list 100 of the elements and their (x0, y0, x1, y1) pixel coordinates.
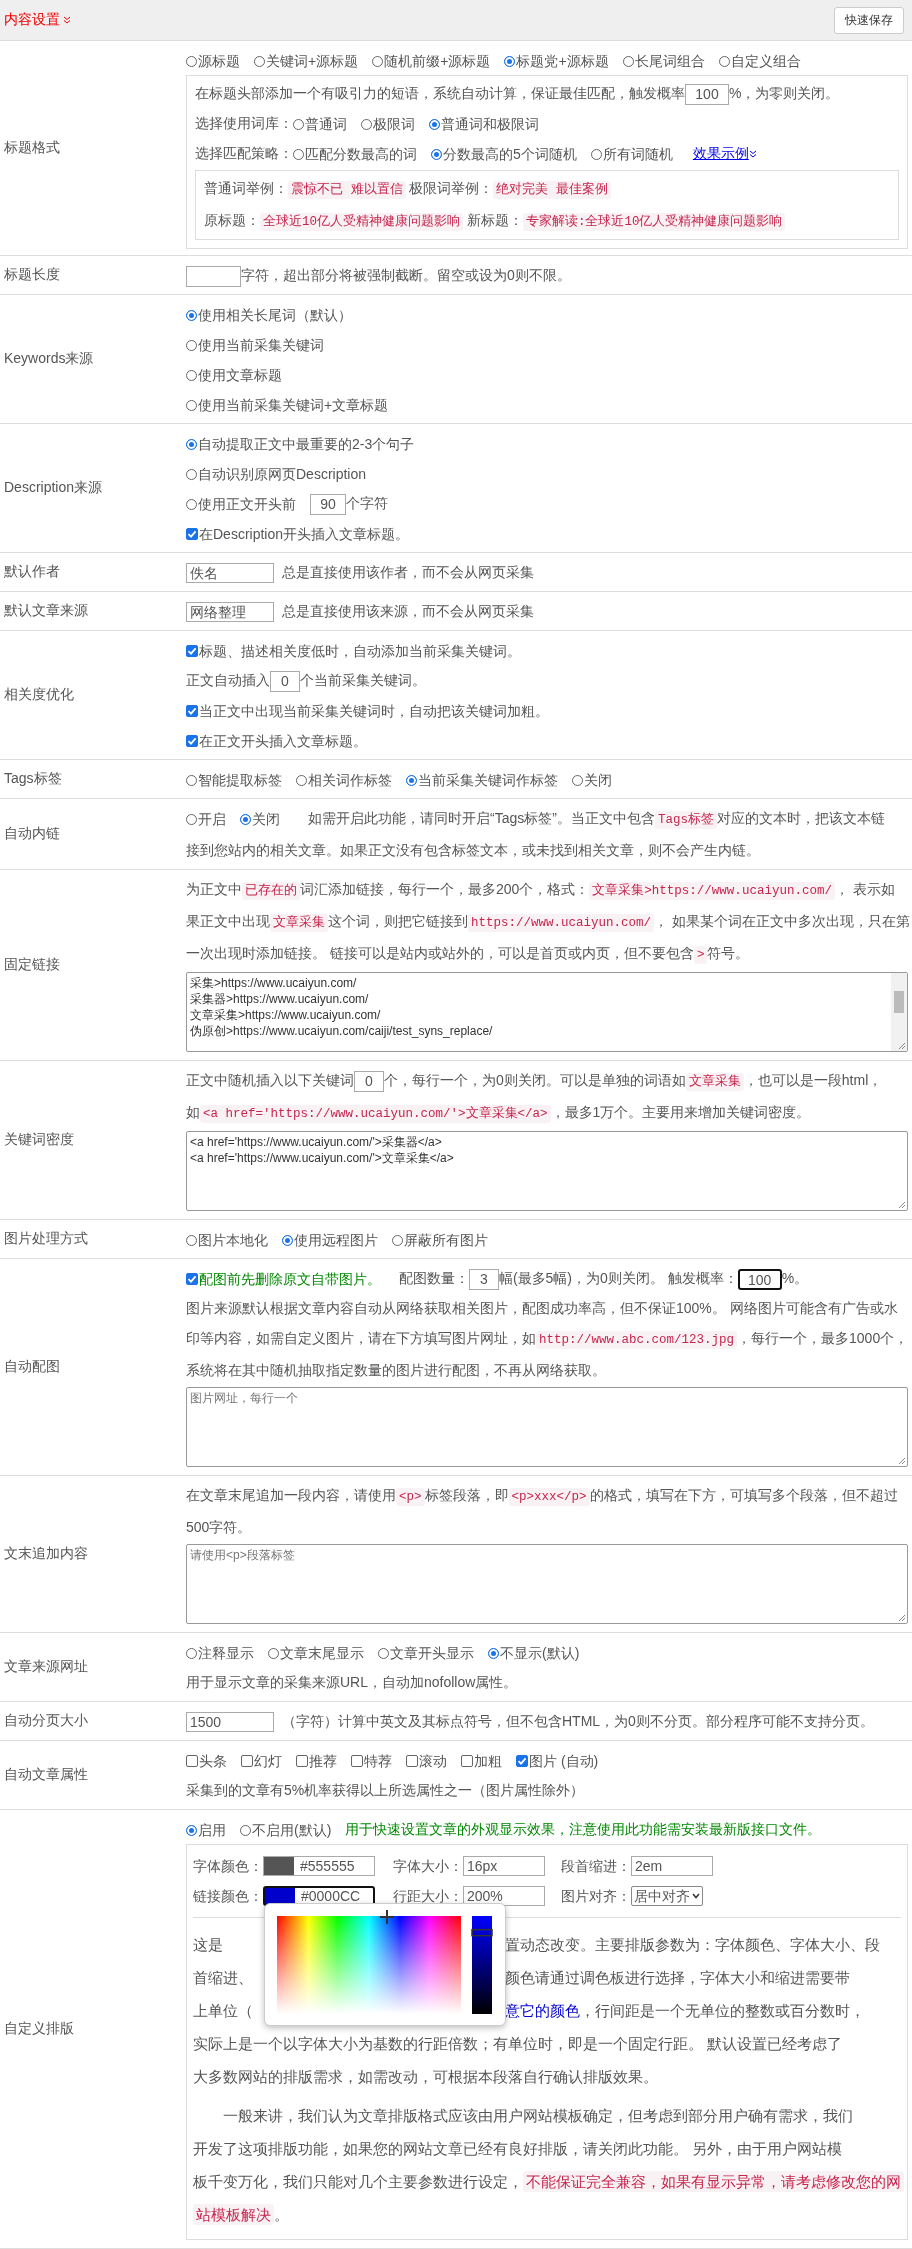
checkbox-option[interactable]: 标题、描述相关度低时，自动添加当前采集关键词。 (186, 641, 521, 662)
radio-option[interactable]: 注释显示 (186, 1643, 254, 1664)
number-field[interactable] (186, 265, 241, 287)
radio-option[interactable]: 相关词作标签 (296, 770, 392, 791)
slider-handle[interactable] (471, 1928, 493, 1937)
radio-option[interactable]: 使用文章标题 (186, 365, 282, 386)
radio-button[interactable] (429, 118, 440, 130)
number-field[interactable]: 100 (737, 1268, 782, 1290)
number-field[interactable]: 0 (354, 1070, 384, 1092)
checkbox-option[interactable]: 在正文开头插入文章标题。 (186, 731, 367, 752)
scrollbar[interactable] (891, 973, 907, 1051)
checkbox[interactable] (516, 1755, 528, 1768)
caret-icon (692, 1893, 700, 1899)
checkbox[interactable] (186, 735, 198, 748)
radio-option[interactable]: 文章开头显示 (378, 1643, 474, 1664)
checkbox-option[interactable]: 特荐 (351, 1751, 392, 1772)
radio-option[interactable]: 智能提取标签 (186, 770, 282, 791)
textarea-field[interactable]: <a href='https://www.ucaiyun.com/'>采集器</a> <a href='https://www.ucaiyun.com/'>文章采集</a> (186, 1131, 908, 1211)
radio-button[interactable] (431, 148, 442, 160)
radio-option[interactable]: 图片本地化 (186, 1230, 268, 1251)
checkbox-option[interactable]: 配图前先删除原文自带图片。 (186, 1269, 381, 1290)
radio-button[interactable] (282, 1234, 293, 1246)
radio-option[interactable]: 当前采集关键词作标签 (406, 770, 558, 791)
brightness-slider[interactable] (471, 1916, 493, 2014)
example-link[interactable]: 效果示例 (692, 145, 757, 161)
textarea-field[interactable]: 请使用<p>段落标签 (186, 1544, 908, 1624)
checkbox[interactable] (406, 1755, 418, 1768)
radio-option[interactable]: 使用当前采集关键词+文章标题 (186, 395, 389, 416)
checkbox[interactable] (296, 1755, 308, 1768)
quick-save-button[interactable]: 快速保存 (834, 6, 904, 34)
checkbox-option[interactable]: 推荐 (296, 1751, 337, 1772)
row-label: 自动内链 (4, 825, 60, 843)
radio-option[interactable]: 标题党+源标题 (504, 51, 609, 72)
color-field[interactable]: #555555 (263, 1856, 375, 1876)
number-field[interactable]: 100 (685, 83, 729, 105)
text-field[interactable]: 网络整理 (186, 602, 274, 623)
section-title[interactable]: 内容设置 (4, 11, 60, 29)
radio-option[interactable]: 所有词随机 (590, 144, 673, 165)
checkbox-option[interactable]: 滚动 (406, 1751, 447, 1772)
checkbox-option[interactable]: 加粗 (461, 1751, 502, 1772)
radio-option[interactable]: 匹配分数最高的词 (293, 144, 417, 165)
number-field[interactable]: 90 (310, 493, 346, 515)
radio-option[interactable]: 普通词和极限词 (429, 114, 539, 135)
radio-option[interactable]: 自定义组合 (718, 51, 801, 72)
checkbox[interactable] (461, 1755, 473, 1768)
number-field[interactable]: 0 (270, 670, 300, 692)
checkbox-option[interactable]: 幻灯 (241, 1751, 282, 1772)
radio-option[interactable]: 关键词+源标题 (254, 51, 359, 72)
radio-button[interactable] (186, 438, 197, 450)
checkbox-option[interactable]: 当正文中出现当前采集关键词时，自动把该关键词加粗。 (186, 701, 549, 722)
radio-option[interactable]: 屏蔽所有图片 (392, 1230, 488, 1251)
radio-option[interactable]: 极限词 (361, 114, 415, 135)
checkbox[interactable] (241, 1755, 253, 1768)
radio-option[interactable]: 不显示(默认) (488, 1643, 580, 1664)
radio-option[interactable]: 使用正文开头前 (186, 494, 296, 515)
radio-button[interactable] (240, 813, 251, 825)
textarea-field[interactable]: 图片网址，每行一个 (186, 1387, 908, 1467)
radio-option[interactable]: 长尾词组合 (622, 51, 705, 72)
setting-text: 选择匹配策略： (195, 145, 293, 161)
radio-option[interactable]: 文章末尾显示 (268, 1643, 364, 1664)
radio-option[interactable]: 使用当前采集关键词 (186, 335, 324, 356)
radio-button[interactable] (488, 1647, 499, 1659)
radio-option[interactable]: 启用 (186, 1820, 226, 1841)
textarea-field[interactable]: 采集>https://www.ucaiyun.com/ 采集器>https://www.ucaiyun.com/ 文章采集>https://www.ucaiyun.com/ 伪原创>https://www.ucaiyun.com/caiji/test_syns_replace/ (186, 972, 908, 1052)
radio-option[interactable]: 自动识别原网页Description (186, 464, 367, 485)
radio-button[interactable] (186, 309, 197, 321)
select-dropdown[interactable]: 居中对齐 (631, 1886, 703, 1906)
setting-text: %。 (781, 1270, 809, 1286)
checkbox-option[interactable]: 头条 (186, 1751, 227, 1772)
radio-option[interactable]: 关闭 (240, 809, 280, 830)
text-field[interactable]: 佚名 (186, 563, 274, 584)
color-spectrum[interactable] (277, 1916, 461, 2014)
text-field[interactable]: 2em (631, 1856, 713, 1876)
text-field[interactable]: 16px (463, 1856, 545, 1876)
radio-option[interactable]: 不启用(默认) (240, 1820, 332, 1841)
checkbox[interactable] (186, 1273, 198, 1286)
text-field[interactable]: 1500 (186, 1712, 274, 1733)
double-chevron-icon (748, 150, 757, 158)
radio-option[interactable]: 使用远程图片 (282, 1230, 378, 1251)
radio-option[interactable]: 源标题 (186, 51, 240, 72)
checkbox-option[interactable]: 图片 (自动) (516, 1751, 599, 1772)
checkbox-option[interactable]: 在Description开头插入文章标题。 (186, 524, 410, 545)
radio-button[interactable] (504, 55, 516, 67)
checkbox[interactable] (186, 645, 198, 658)
radio-option[interactable]: 开启 (186, 809, 226, 830)
color-picker-popup[interactable] (264, 1903, 506, 2026)
checkbox[interactable] (186, 705, 198, 718)
radio-button[interactable] (186, 1824, 197, 1836)
radio-option[interactable]: 随机前缀+源标题 (372, 51, 491, 72)
setting-text: 印等内容，如需自定义图片，请在下方填写图片网址，如 (186, 1330, 536, 1346)
radio-option[interactable]: 关闭 (572, 770, 612, 791)
radio-option[interactable]: 分数最高的5个词随机 (431, 144, 577, 165)
number-field[interactable]: 3 (468, 1268, 499, 1290)
checkbox[interactable] (186, 528, 198, 541)
checkbox[interactable] (351, 1755, 363, 1768)
radio-option[interactable]: 普通词 (293, 114, 347, 135)
checkbox[interactable] (186, 1755, 198, 1768)
radio-button[interactable] (406, 774, 417, 786)
radio-option[interactable]: 自动提取正文中最重要的2-3个句子 (186, 434, 415, 455)
radio-option[interactable]: 使用相关长尾词（默认） (186, 305, 352, 326)
